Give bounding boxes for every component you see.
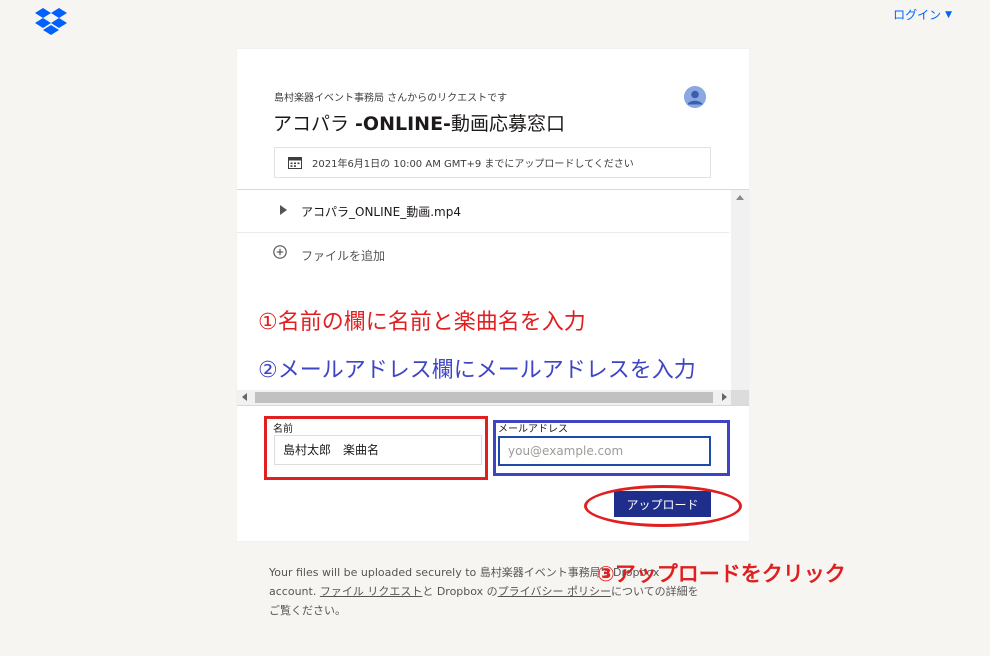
scrollbar-thumb[interactable] <box>255 392 713 403</box>
file-requests-link[interactable]: ファイル リクエスト <box>320 585 423 598</box>
login-menu[interactable]: ログイン ▼ <box>893 6 952 23</box>
dropbox-logo-icon[interactable] <box>35 8 67 36</box>
scroll-up-icon[interactable] <box>736 195 744 200</box>
plus-circle-icon <box>273 245 287 259</box>
annotation-step3: ③アップロードをクリック <box>597 562 846 586</box>
title-suffix: 動画応募窓口 <box>450 113 565 135</box>
divider <box>237 405 749 406</box>
avatar-icon <box>684 86 706 108</box>
scrollbar-corner <box>731 390 749 405</box>
calendar-icon <box>288 156 302 169</box>
file-item[interactable]: アコパラ_ONLINE_動画.mp4 <box>237 190 729 233</box>
privacy-policy-link[interactable]: プライバシー ポリシー <box>498 585 611 598</box>
add-file-button[interactable]: ファイルを追加 <box>237 232 729 274</box>
request-from-text: 島村楽器イベント事務局 さんからのリクエストです <box>274 93 508 104</box>
caret-down-icon: ▼ <box>945 9 952 20</box>
annotation-name-box <box>264 416 488 480</box>
footer-middle: と Dropbox の <box>422 585 498 598</box>
page-title: アコパラ -ONLINE-動画応募窓口 <box>273 109 565 136</box>
horizontal-scrollbar[interactable] <box>237 390 749 405</box>
title-prefix: アコパラ <box>273 113 356 135</box>
title-bold: -ONLINE- <box>355 113 451 135</box>
scroll-left-icon[interactable] <box>242 393 247 401</box>
annotation-step2: ②メールアドレス欄にメールアドレスを入力 <box>258 358 696 383</box>
deadline-box: 2021年6月1日の 10:00 AM GMT+9 までにアップロードしてくださ… <box>274 147 711 178</box>
annotation-email-box <box>493 420 730 476</box>
vertical-scrollbar[interactable] <box>731 190 749 390</box>
play-icon[interactable] <box>280 205 287 215</box>
login-label: ログイン <box>893 8 942 22</box>
scroll-right-icon[interactable] <box>722 393 727 401</box>
annotation-step1: ①名前の欄に名前と楽曲名を入力 <box>258 310 586 335</box>
file-name: アコパラ_ONLINE_動画.mp4 <box>301 205 461 219</box>
add-file-label: ファイルを追加 <box>301 249 386 263</box>
deadline-text: 2021年6月1日の 10:00 AM GMT+9 までにアップロードしてくださ… <box>312 159 634 170</box>
annotation-upload-ellipse <box>584 485 742 527</box>
